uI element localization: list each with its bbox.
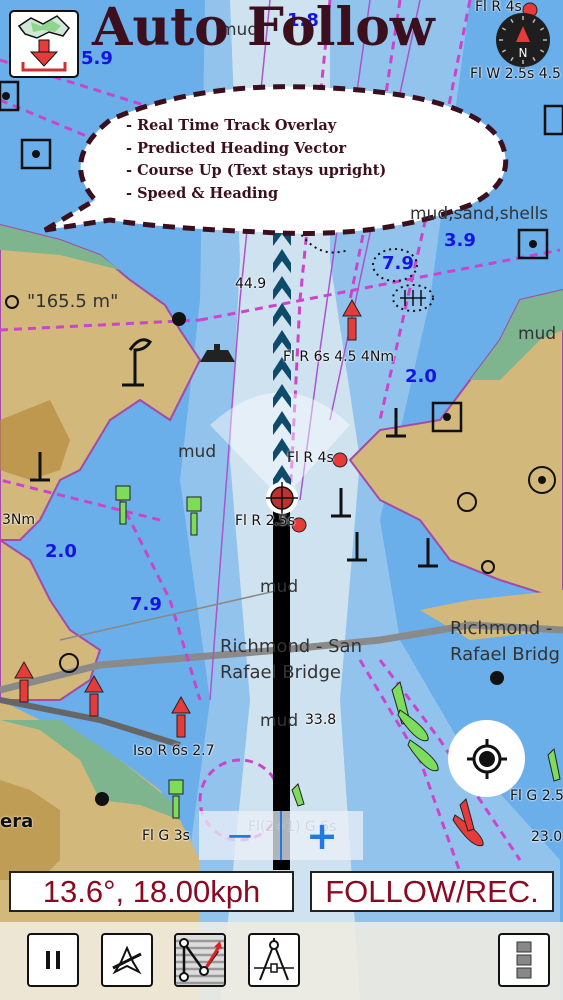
track-icon bbox=[176, 935, 224, 985]
compass-icon: N bbox=[496, 13, 550, 67]
measure-button[interactable] bbox=[248, 933, 300, 987]
seabed-label: mud bbox=[518, 324, 557, 344]
seabed-label: mud bbox=[178, 442, 217, 462]
sounding-label: 33.8 bbox=[305, 712, 337, 728]
pause-icon bbox=[46, 951, 60, 969]
place-label: Richmond - bbox=[450, 618, 553, 639]
light-label: Fl G 3s bbox=[142, 828, 190, 844]
callout-item: - Speed & Heading bbox=[126, 184, 279, 202]
light-label: Fl R 2.5s bbox=[235, 513, 296, 529]
seabed-label: mud,sand,shells bbox=[410, 204, 549, 224]
page-title: Auto Follow bbox=[92, 0, 435, 58]
depth-label: 7.9 bbox=[382, 253, 414, 274]
route-off-button[interactable] bbox=[101, 933, 153, 987]
depth-label: 2.0 bbox=[45, 541, 77, 562]
light-label: Fl G 2.5 bbox=[510, 788, 563, 804]
download-map-button[interactable] bbox=[9, 10, 79, 78]
place-label: Richmond - San bbox=[220, 636, 362, 657]
dividers-icon bbox=[254, 938, 294, 981]
route-off-icon bbox=[112, 945, 142, 975]
depth-label: 3.9 bbox=[444, 230, 476, 251]
more-menu-button[interactable] bbox=[498, 933, 550, 987]
depth-label: 2.0 bbox=[405, 366, 437, 387]
zoom-controls: − + bbox=[199, 811, 363, 860]
place-label: Rafael Bridge bbox=[220, 662, 341, 683]
sounding-label: 44.9 bbox=[235, 276, 267, 292]
zoom-in-button[interactable]: + bbox=[281, 811, 363, 860]
bottom-toolbar bbox=[0, 922, 563, 1000]
place-label: Rafael Bridg bbox=[450, 644, 560, 665]
seabed-label: mud bbox=[260, 711, 299, 731]
light-label: 3Nm bbox=[2, 512, 36, 528]
place-label: "165.5 m" bbox=[27, 291, 119, 312]
light-label: Iso R 6s 2.7 bbox=[133, 743, 215, 759]
map-download-icon bbox=[17, 15, 70, 72]
light-label: Fl R 6s 4.5 4Nm bbox=[283, 349, 394, 365]
follow-mode-button[interactable]: FOLLOW/REC. bbox=[310, 871, 554, 912]
feature-callout: - Real Time Track Overlay - Predicted He… bbox=[126, 115, 386, 205]
compass-north-label: N bbox=[519, 46, 528, 60]
heading-speed-readout: 13.6°, 18.00kph bbox=[9, 871, 294, 912]
pause-button[interactable] bbox=[27, 933, 79, 987]
compass-button[interactable]: N bbox=[495, 12, 551, 68]
track-button[interactable] bbox=[174, 933, 226, 987]
more-icon bbox=[516, 941, 532, 979]
callout-item: - Course Up (Text stays upright) bbox=[126, 162, 387, 179]
place-label: era bbox=[0, 811, 34, 832]
seabed-label: mud bbox=[260, 577, 299, 597]
light-label: Fl R 4s bbox=[287, 450, 334, 466]
light-label: Fl W 2.5s 4.5 bbox=[470, 66, 561, 82]
depth-label: 7.9 bbox=[130, 594, 162, 615]
locate-me-button[interactable] bbox=[448, 720, 525, 797]
crosshair-icon bbox=[466, 738, 507, 779]
sounding-label: 23.0 bbox=[531, 829, 563, 845]
callout-item: - Real Time Track Overlay bbox=[126, 117, 337, 134]
zoom-out-button[interactable]: − bbox=[199, 811, 281, 860]
callout-item: - Predicted Heading Vector bbox=[126, 139, 347, 157]
